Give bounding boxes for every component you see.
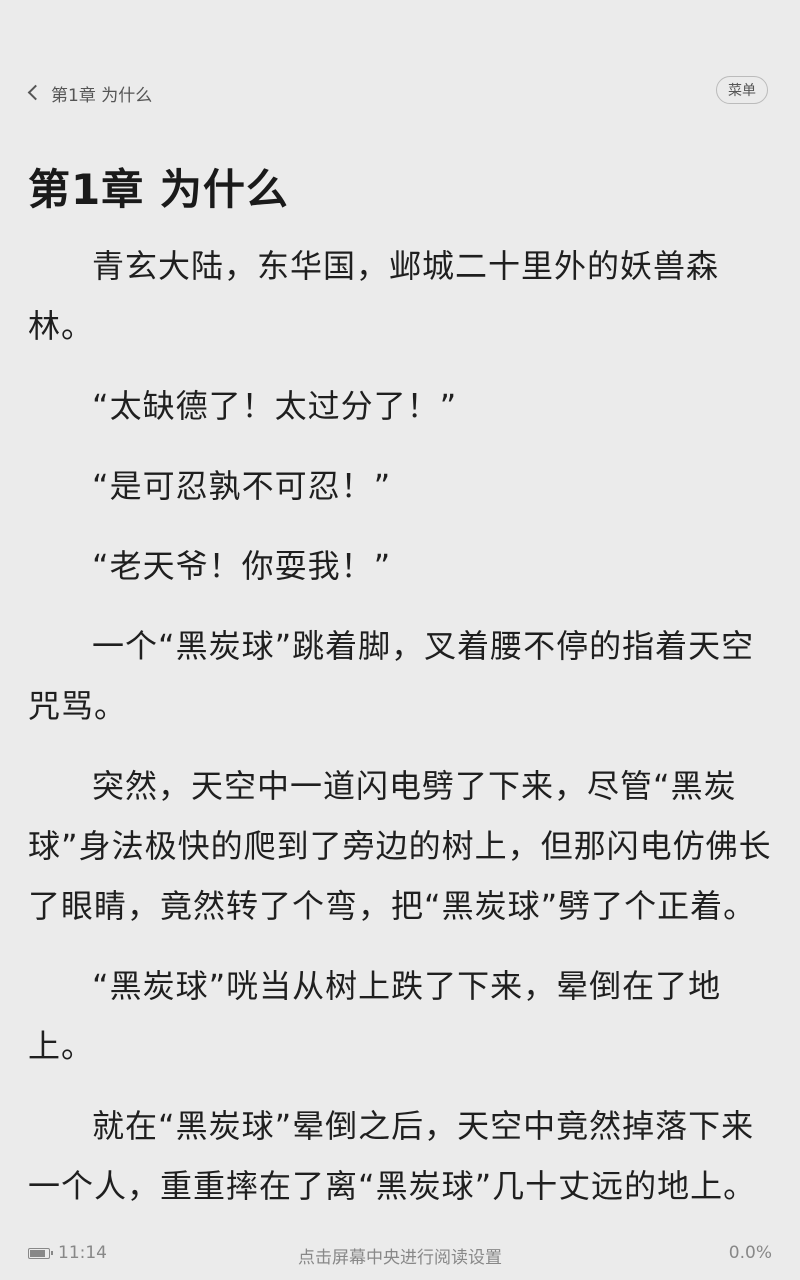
chevron-left-icon[interactable] — [27, 84, 44, 100]
reading-progress: 0.0% — [728, 1243, 772, 1263]
chapter-title: 第1章 为什么 — [28, 165, 289, 214]
back-chapter-title[interactable]: 第1章 为什么 — [51, 81, 152, 106]
top-bar: 第1章 为什么 菜单 — [0, 72, 800, 112]
paragraph: “老天爷！你耍我！” — [92, 547, 392, 585]
menu-button[interactable]: 菜单 — [716, 76, 768, 104]
paragraph: “黑炭球”咣当从树上跌了下来，晕倒在了地上。 — [28, 967, 722, 1065]
status-footer: 11:14 点击屏幕中央进行阅读设置 0.0% — [0, 1240, 800, 1270]
paragraph: 青玄大陆，东华国，邺城二十里外的妖兽森林。 — [28, 247, 720, 345]
paragraph: 就在“黑炭球”晕倒之后，天空中竟然掉落下来一个人，重重摔在了离“黑炭球”几十丈远… — [28, 1107, 757, 1205]
reading-settings-hint: 点击屏幕中央进行阅读设置 — [298, 1248, 502, 1268]
paragraph: 突然，天空中一道闪电劈了下来，尽管“黑炭球”身法极快的爬到了旁边的树上，但那闪电… — [28, 767, 772, 925]
paragraph: “是可忍孰不可忍！” — [92, 467, 392, 505]
paragraph: 一个“黑炭球”跳着脚，叉着腰不停的指着天空咒骂。 — [28, 627, 755, 725]
chapter-content[interactable]: 青玄大陆，东华国，邺城二十里外的妖兽森林。 “太缺德了！太过分了！” “是可忍孰… — [28, 236, 772, 1236]
paragraph: “太缺德了！太过分了！” — [92, 387, 458, 425]
back-button[interactable]: 第1章 为什么 — [26, 80, 152, 106]
